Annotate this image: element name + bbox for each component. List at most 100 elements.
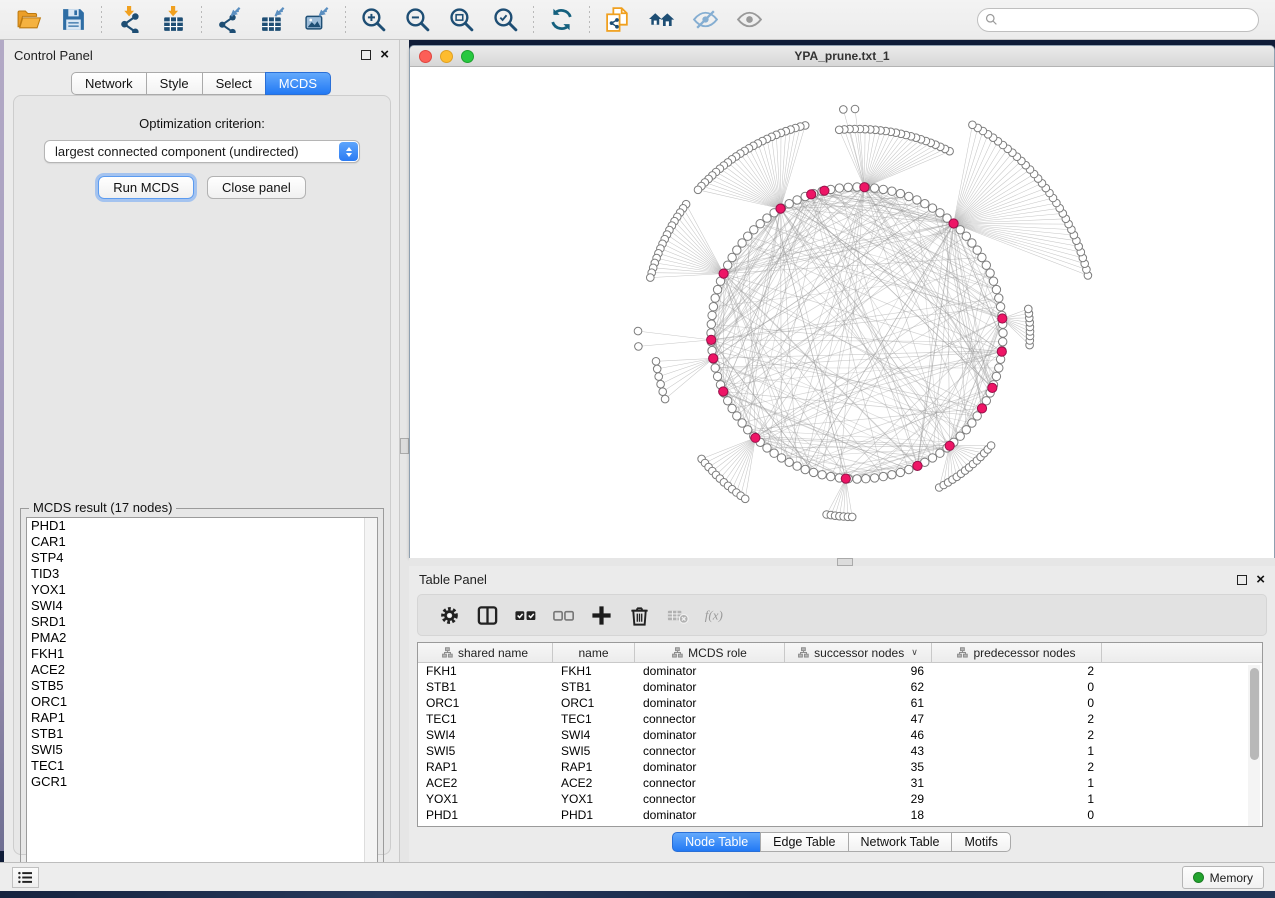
split-panel-icon bbox=[476, 604, 499, 627]
horizontal-split-grip[interactable] bbox=[837, 558, 853, 566]
mcds-tab-content: Optimization criterion: largest connecte… bbox=[13, 95, 391, 855]
network-list-button[interactable] bbox=[12, 867, 39, 888]
mcds-result-item[interactable]: CAR1 bbox=[27, 534, 377, 550]
mcds-result-item[interactable]: SRD1 bbox=[27, 614, 377, 630]
mcds-result-item[interactable]: SWI5 bbox=[27, 742, 377, 758]
close-panel-icon[interactable]: × bbox=[380, 50, 389, 60]
table-row[interactable]: PHD1PHD1dominator180 bbox=[418, 807, 1262, 823]
float-table-panel-icon[interactable] bbox=[1237, 575, 1247, 585]
network-window-titlebar[interactable]: YPA_prune.txt_1 bbox=[410, 46, 1274, 67]
optimization-criterion-select[interactable]: largest connected component (undirected) bbox=[44, 140, 360, 163]
cell-predecessor-nodes: 1 bbox=[932, 776, 1102, 790]
window-minimize-icon[interactable] bbox=[440, 50, 453, 63]
cell-MCDS-role: connector bbox=[635, 712, 785, 726]
mcds-hub-node bbox=[949, 219, 958, 228]
mcds-result-item[interactable]: PMA2 bbox=[27, 630, 377, 646]
toolbar-separator bbox=[100, 6, 102, 34]
tab-style[interactable]: Style bbox=[146, 72, 203, 95]
table-row[interactable]: TEC1TEC1connector472 bbox=[418, 711, 1262, 727]
hide-selected-button[interactable] bbox=[686, 4, 724, 36]
mcds-result-item[interactable]: STB5 bbox=[27, 678, 377, 694]
zoom-in-button[interactable] bbox=[354, 4, 392, 36]
node-table: shared namenameMCDS rolesuccessor nodes∨… bbox=[417, 642, 1263, 827]
copy-network-button[interactable] bbox=[598, 4, 636, 36]
select-all-button[interactable] bbox=[508, 598, 542, 632]
mcds-result-item[interactable]: PHD1 bbox=[27, 518, 377, 534]
mcds-result-item[interactable]: GCR1 bbox=[27, 774, 377, 790]
show-all-button[interactable] bbox=[730, 4, 768, 36]
mcds-result-item[interactable]: TID3 bbox=[27, 566, 377, 582]
table-row[interactable]: ACE2ACE2connector311 bbox=[418, 775, 1262, 791]
mcds-result-item[interactable]: YOX1 bbox=[27, 582, 377, 598]
add-column-button[interactable] bbox=[584, 598, 618, 632]
mcds-result-item[interactable]: TEC1 bbox=[27, 758, 377, 774]
import-network-button[interactable] bbox=[110, 4, 148, 36]
mcds-result-item[interactable]: SWI4 bbox=[27, 598, 377, 614]
close-panel-button[interactable]: Close panel bbox=[207, 176, 306, 199]
horizontal-split-divider[interactable] bbox=[409, 558, 1275, 566]
cell-predecessor-nodes: 1 bbox=[932, 744, 1102, 758]
table-row[interactable]: SWI5SWI5connector431 bbox=[418, 743, 1262, 759]
cell-shared-name: STB1 bbox=[418, 680, 553, 694]
vertical-split-grip[interactable] bbox=[400, 438, 409, 454]
mcds-hub-node bbox=[707, 335, 716, 344]
run-mcds-button[interactable]: Run MCDS bbox=[98, 176, 194, 199]
tab-network-table[interactable]: Network Table bbox=[848, 832, 953, 852]
table-row[interactable]: SWI4SWI4dominator462 bbox=[418, 727, 1262, 743]
table-scrollbar-thumb[interactable] bbox=[1250, 668, 1259, 760]
import-table-button[interactable] bbox=[154, 4, 192, 36]
table-row[interactable]: YOX1YOX1connector291 bbox=[418, 791, 1262, 807]
export-network-button[interactable] bbox=[210, 4, 248, 36]
tab-mcds[interactable]: MCDS bbox=[265, 72, 331, 95]
delete-table-button bbox=[660, 598, 694, 632]
mcds-result-item[interactable]: STP4 bbox=[27, 550, 377, 566]
first-neighbors-button[interactable] bbox=[642, 4, 680, 36]
mcds-result-item[interactable]: ORC1 bbox=[27, 694, 377, 710]
network-canvas[interactable] bbox=[410, 67, 1274, 558]
deselect-all-button[interactable] bbox=[546, 598, 580, 632]
deselect-all-icon bbox=[552, 604, 575, 627]
mcds-list-scrollbar[interactable] bbox=[364, 518, 377, 872]
mcds-result-item[interactable]: RAP1 bbox=[27, 710, 377, 726]
search-input[interactable] bbox=[977, 8, 1259, 32]
window-close-icon[interactable] bbox=[419, 50, 432, 63]
mcds-result-item[interactable]: ACE2 bbox=[27, 662, 377, 678]
column-header-MCDS-role[interactable]: MCDS role bbox=[635, 643, 785, 662]
zoom-selected-button[interactable] bbox=[486, 4, 524, 36]
delete-column-button[interactable] bbox=[622, 598, 656, 632]
vertical-split-divider[interactable] bbox=[400, 40, 409, 862]
export-table-button[interactable] bbox=[254, 4, 292, 36]
table-row[interactable]: RAP1RAP1dominator352 bbox=[418, 759, 1262, 775]
table-scrollbar[interactable] bbox=[1248, 665, 1260, 826]
split-panel-button[interactable] bbox=[470, 598, 504, 632]
zoom-out-button[interactable] bbox=[398, 4, 436, 36]
export-image-button[interactable] bbox=[298, 4, 336, 36]
memory-button[interactable]: Memory bbox=[1182, 866, 1264, 889]
column-header-successor-nodes[interactable]: successor nodes∨ bbox=[785, 643, 932, 662]
tab-motifs[interactable]: Motifs bbox=[951, 832, 1010, 852]
refresh-button[interactable] bbox=[542, 4, 580, 36]
column-header-filler bbox=[1102, 643, 1262, 662]
column-header-name[interactable]: name bbox=[553, 643, 635, 662]
open-file-button[interactable] bbox=[10, 4, 48, 36]
column-header-shared-name[interactable]: shared name bbox=[418, 643, 553, 662]
tab-select[interactable]: Select bbox=[202, 72, 266, 95]
table-row[interactable]: STB1STB1dominator620 bbox=[418, 679, 1262, 695]
memory-label: Memory bbox=[1210, 871, 1253, 885]
table-row[interactable]: FKH1FKH1dominator962 bbox=[418, 663, 1262, 679]
window-zoom-icon[interactable] bbox=[461, 50, 474, 63]
mcds-result-list[interactable]: PHD1CAR1STP4TID3YOX1SWI4SRD1PMA2FKH1ACE2… bbox=[26, 517, 378, 873]
save-session-button[interactable] bbox=[54, 4, 92, 36]
close-table-panel-icon[interactable]: × bbox=[1256, 575, 1265, 585]
tab-node-table[interactable]: Node Table bbox=[672, 832, 761, 852]
tab-network[interactable]: Network bbox=[71, 72, 147, 95]
zoom-fit-button[interactable] bbox=[442, 4, 480, 36]
column-header-predecessor-nodes[interactable]: predecessor nodes bbox=[932, 643, 1102, 662]
table-options-button[interactable] bbox=[432, 598, 466, 632]
tab-edge-table[interactable]: Edge Table bbox=[760, 832, 848, 852]
mcds-result-item[interactable]: FKH1 bbox=[27, 646, 377, 662]
table-row[interactable]: ORC1ORC1dominator610 bbox=[418, 695, 1262, 711]
mcds-hub-node bbox=[751, 433, 760, 442]
float-panel-icon[interactable] bbox=[361, 50, 371, 60]
mcds-result-item[interactable]: STB1 bbox=[27, 726, 377, 742]
